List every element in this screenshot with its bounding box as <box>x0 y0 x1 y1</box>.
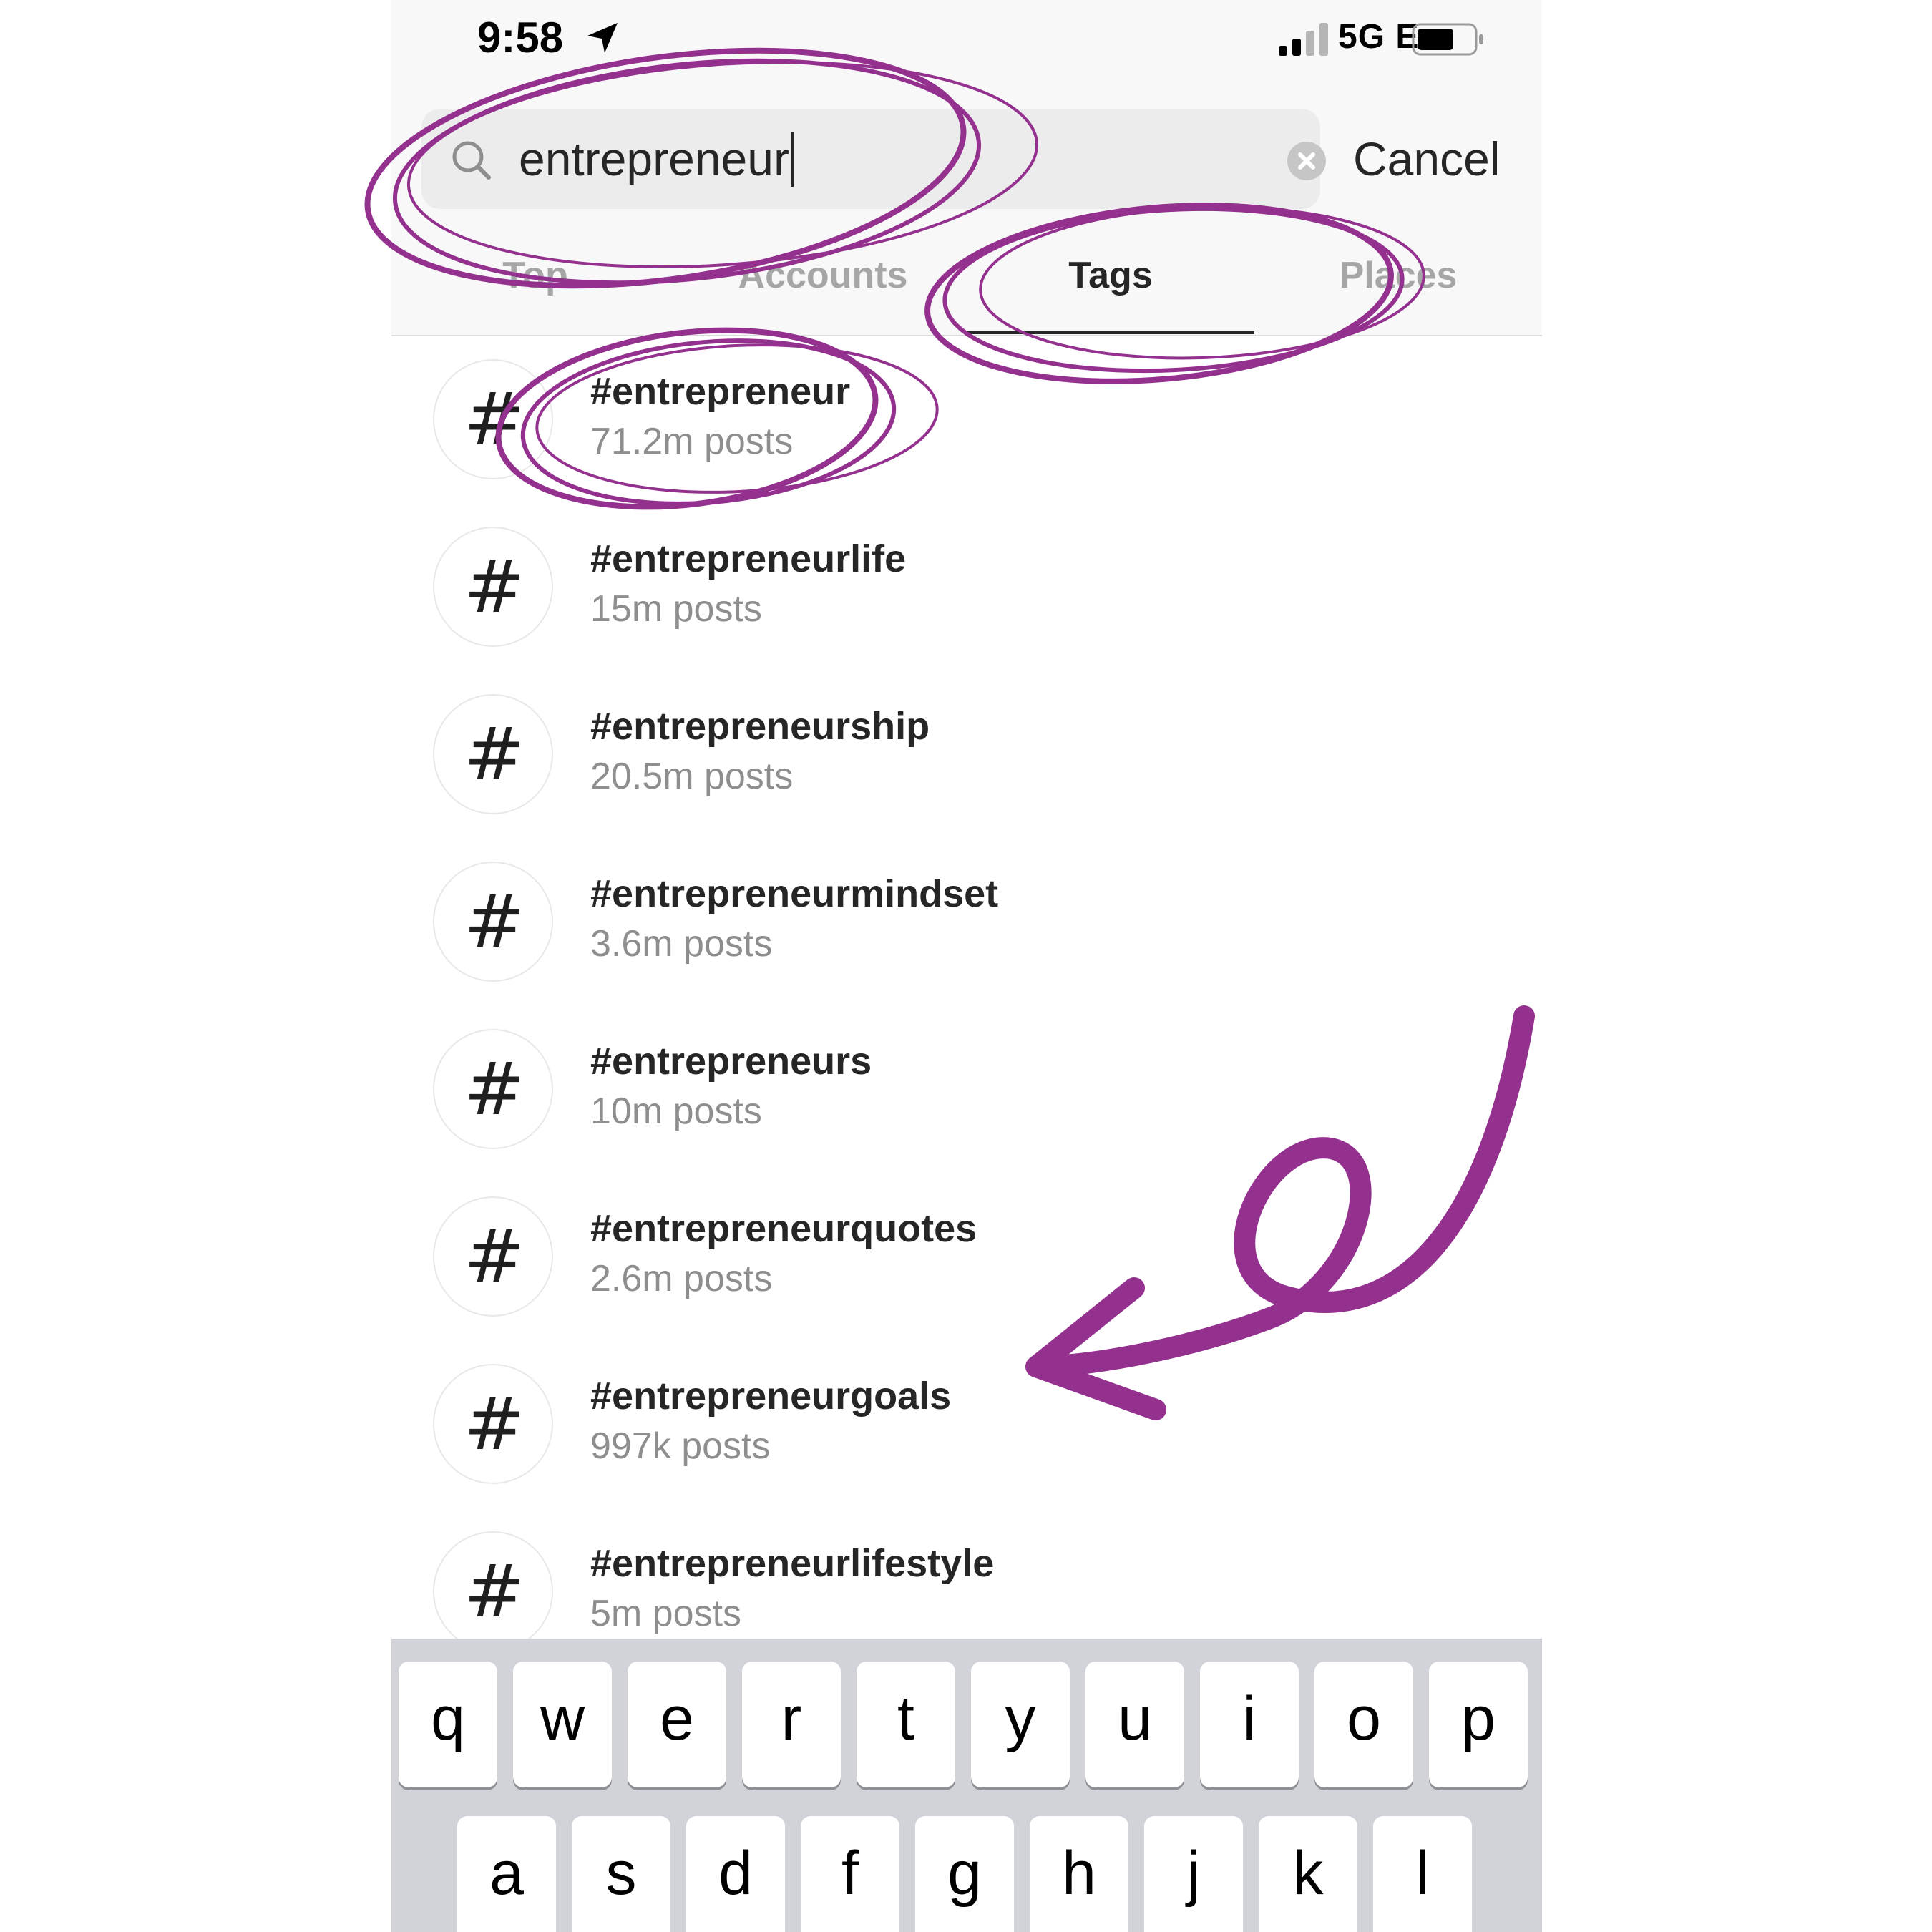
tag-post-count: 997k posts <box>590 1425 771 1467</box>
key-u[interactable]: u <box>1085 1662 1184 1787</box>
tag-post-count: 2.6m posts <box>590 1258 773 1299</box>
tab-tags[interactable]: Tags <box>967 254 1254 297</box>
tag-name: #entrepreneur <box>590 370 851 413</box>
hashtag-icon: # <box>433 359 553 479</box>
search-icon <box>452 141 491 180</box>
tag-post-count: 71.2m posts <box>590 421 794 462</box>
tag-post-count: 15m posts <box>590 588 762 630</box>
hashtag-icon: # <box>433 1029 553 1149</box>
tag-name: #entrepreneurship <box>590 705 930 748</box>
phone-screen: 9:58 5G E entrepreneur Cancel Top Accoun… <box>391 0 1542 1932</box>
tag-post-count: 20.5m posts <box>590 756 794 797</box>
tag-post-count: 10m posts <box>590 1091 762 1132</box>
key-j[interactable]: j <box>1144 1816 1243 1932</box>
key-p[interactable]: p <box>1429 1662 1528 1787</box>
text-caret <box>790 131 794 187</box>
key-o[interactable]: o <box>1314 1662 1413 1787</box>
key-a[interactable]: a <box>457 1816 556 1932</box>
tag-result-row[interactable]: # #entrepreneurs 10m posts <box>391 1005 1542 1172</box>
hashtag-icon: # <box>433 527 553 647</box>
key-k[interactable]: k <box>1259 1816 1357 1932</box>
status-time: 9:58 <box>477 14 564 62</box>
key-g[interactable]: g <box>915 1816 1014 1932</box>
tag-post-count: 3.6m posts <box>590 923 773 965</box>
keyboard: q w e r t y u i o p a s d f g h j k l <box>391 1639 1542 1932</box>
tag-result-row[interactable]: # #entrepreneurlife 15m posts <box>391 502 1542 670</box>
tab-accounts[interactable]: Accounts <box>679 254 967 297</box>
search-input[interactable]: entrepreneur <box>421 109 1326 209</box>
tab-places[interactable]: Places <box>1254 254 1542 297</box>
tag-post-count: 5m posts <box>590 1593 741 1634</box>
key-f[interactable]: f <box>801 1816 899 1932</box>
battery-icon <box>1412 23 1483 56</box>
tag-result-row[interactable]: # #entrepreneurgoals 997k posts <box>391 1340 1542 1507</box>
key-e[interactable]: e <box>628 1662 726 1787</box>
hashtag-icon: # <box>433 1531 553 1652</box>
tab-top[interactable]: Top <box>391 254 679 297</box>
active-tab-indicator <box>967 331 1254 334</box>
signal-icon <box>1279 23 1328 56</box>
hashtag-icon: # <box>433 862 553 982</box>
key-s[interactable]: s <box>572 1816 670 1932</box>
key-r[interactable]: r <box>742 1662 841 1787</box>
search-value[interactable]: entrepreneur <box>519 131 794 187</box>
tag-name: #entrepreneurs <box>590 1040 872 1083</box>
key-i[interactable]: i <box>1200 1662 1299 1787</box>
tag-result-row[interactable]: # #entrepreneurship 20.5m posts <box>391 670 1542 837</box>
clear-icon[interactable] <box>1287 142 1326 180</box>
tag-result-row[interactable]: # #entrepreneurmindset 3.6m posts <box>391 837 1542 1005</box>
hashtag-icon: # <box>433 694 553 814</box>
tag-result-row[interactable]: # #entrepreneurquotes 2.6m posts <box>391 1172 1542 1340</box>
key-d[interactable]: d <box>686 1816 785 1932</box>
key-q[interactable]: q <box>399 1662 497 1787</box>
tag-name: #entrepreneurlifestyle <box>590 1542 995 1585</box>
hashtag-icon: # <box>433 1364 553 1484</box>
key-l[interactable]: l <box>1373 1816 1472 1932</box>
tag-result-row[interactable]: # #entrepreneur 71.2m posts <box>391 335 1542 502</box>
key-t[interactable]: t <box>857 1662 955 1787</box>
network-label: 5G E <box>1338 18 1420 56</box>
key-w[interactable]: w <box>513 1662 612 1787</box>
hashtag-icon: # <box>433 1196 553 1317</box>
location-arrow-icon <box>587 23 618 53</box>
tag-name: #entrepreneurlife <box>590 537 907 580</box>
cancel-button[interactable]: Cancel <box>1353 133 1500 185</box>
tag-name: #entrepreneurgoals <box>590 1375 952 1418</box>
key-h[interactable]: h <box>1030 1816 1128 1932</box>
key-y[interactable]: y <box>971 1662 1070 1787</box>
tag-name: #entrepreneurmindset <box>590 872 999 915</box>
tag-name: #entrepreneurquotes <box>590 1207 977 1250</box>
